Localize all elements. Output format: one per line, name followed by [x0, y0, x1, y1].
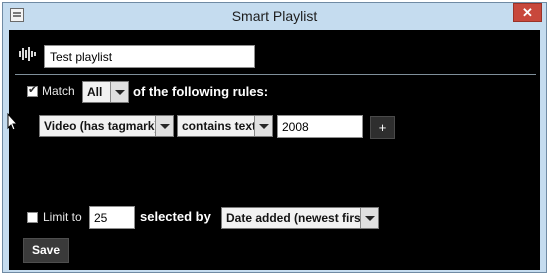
selected-by-label: selected by	[140, 209, 211, 224]
dialog-content: ✔ Match All of the following rules: Vide…	[9, 30, 540, 270]
checkmark-icon: ✔	[28, 84, 38, 96]
chevron-down-icon	[155, 116, 173, 136]
match-checkbox[interactable]: ✔	[27, 84, 38, 97]
rule-operator-value: contains text	[182, 119, 257, 133]
chevron-down-icon	[360, 208, 378, 228]
chevron-down-icon	[254, 116, 272, 136]
match-label: Match	[42, 84, 75, 98]
rule-field-value: Video (has tagmark)	[44, 119, 159, 133]
rule-field-dropdown[interactable]: Video (has tagmark)	[39, 115, 174, 137]
close-button[interactable]: ✕	[513, 3, 542, 22]
title-bar[interactable]: Smart Playlist ✕	[3, 3, 546, 28]
match-mode-dropdown[interactable]: All	[82, 81, 129, 103]
smart-playlist-window: Smart Playlist ✕ ✔ Match All of the foll…	[2, 2, 547, 273]
mouse-cursor-icon	[7, 113, 17, 131]
waveform-icon	[19, 47, 36, 61]
limit-count-input[interactable]	[89, 206, 135, 229]
limit-order-value: Date added (newest first)	[226, 211, 369, 225]
save-button[interactable]: Save	[23, 238, 69, 263]
divider	[15, 74, 536, 75]
rule-value-input[interactable]	[277, 115, 363, 138]
match-suffix-label: of the following rules:	[133, 84, 269, 99]
add-rule-button[interactable]: +	[370, 116, 395, 139]
window-title: Smart Playlist	[231, 8, 318, 24]
playlist-name-input[interactable]	[44, 45, 255, 68]
limit-order-dropdown[interactable]: Date added (newest first)	[221, 207, 379, 229]
limit-checkbox[interactable]	[27, 212, 38, 223]
chevron-down-icon	[110, 82, 128, 102]
match-mode-value: All	[87, 85, 103, 99]
limit-label: Limit to	[43, 210, 82, 224]
rule-operator-dropdown[interactable]: contains text	[177, 115, 273, 137]
